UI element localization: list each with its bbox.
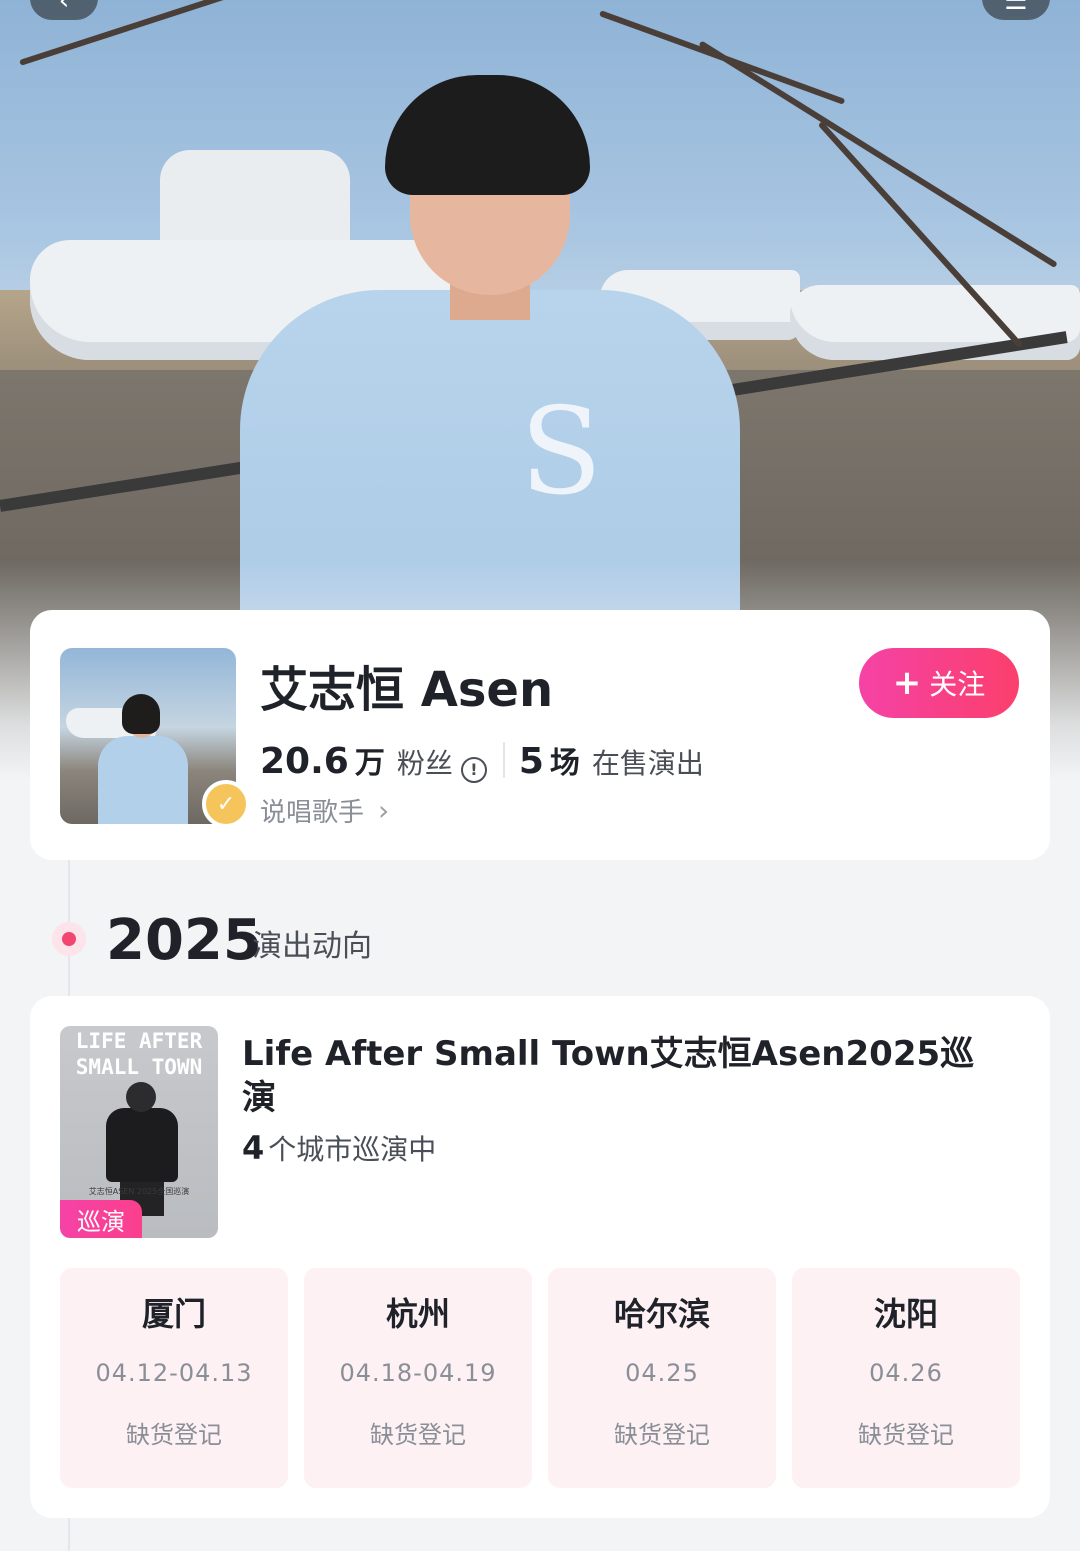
timeline-dot xyxy=(52,922,86,956)
city-status: 缺货登记 xyxy=(858,1421,954,1449)
shows-unit: 场 xyxy=(549,746,580,781)
city-card-xiamen[interactable]: 厦门 04.12-04.13 缺货登记 xyxy=(60,1268,288,1488)
artist-info-card: ✓ 艾志恒 Asen + 关注 20.6 万 粉丝 ! 5 场 在售演出 说唱歌… xyxy=(30,610,1050,860)
city-card-hangzhou[interactable]: 杭州 04.18-04.19 缺货登记 xyxy=(304,1268,532,1488)
stats-divider xyxy=(502,742,505,778)
tour-title[interactable]: Life After Small Town艾志恒Asen2025巡演 xyxy=(242,1032,982,1120)
info-icon[interactable]: ! xyxy=(460,756,487,783)
city-card-harbin[interactable]: 哈尔滨 04.25 缺货登记 xyxy=(548,1268,776,1488)
city-date: 04.12-04.13 xyxy=(95,1359,253,1387)
artist-genre-link[interactable]: 说唱歌手 › xyxy=(260,792,389,829)
artist-stats: 20.6 万 粉丝 ! 5 场 在售演出 xyxy=(260,738,704,783)
city-date: 04.26 xyxy=(869,1359,943,1387)
poster-title: LIFE AFTER SMALL TOWN xyxy=(75,1029,203,1079)
artist-genre: 说唱歌手 xyxy=(260,798,365,828)
shows-label: 在售演出 xyxy=(591,747,704,780)
followers-count: 20.6 xyxy=(260,741,349,782)
timeline-subtitle: 演出动向 xyxy=(252,929,372,964)
follow-button[interactable]: + 关注 xyxy=(859,648,1019,718)
city-status: 缺货登记 xyxy=(370,1421,466,1449)
timeline-year: 2025 xyxy=(106,908,262,973)
followers-label: 粉丝 xyxy=(396,747,453,780)
follow-label: 关注 xyxy=(929,668,986,701)
shows-count: 5 xyxy=(518,741,544,782)
city-name: 杭州 xyxy=(385,1295,450,1333)
plus-icon: + xyxy=(892,663,922,703)
tour-tag-badge: 巡演 xyxy=(60,1200,142,1238)
menu-icon: ☰ xyxy=(1004,0,1028,16)
city-status: 缺货登记 xyxy=(614,1421,710,1449)
followers-unit: 万 xyxy=(354,746,385,781)
back-icon: ‹ xyxy=(58,0,70,16)
city-status: 缺货登记 xyxy=(126,1421,222,1449)
city-card-shenyang[interactable]: 沈阳 04.26 缺货登记 xyxy=(792,1268,1020,1488)
city-date: 04.25 xyxy=(625,1359,699,1387)
tour-poster[interactable]: LIFE AFTER SMALL TOWN 艾志恒ASEN 2025全国巡演 巡… xyxy=(60,1026,218,1238)
poster-caption: 艾志恒ASEN 2025全国巡演 xyxy=(88,1187,190,1196)
chevron-right-icon: › xyxy=(378,794,390,827)
tour-card[interactable]: LIFE AFTER SMALL TOWN 艾志恒ASEN 2025全国巡演 巡… xyxy=(30,996,1050,1518)
tour-city-list: 厦门 04.12-04.13 缺货登记 杭州 04.18-04.19 缺货登记 … xyxy=(60,1268,1020,1488)
city-name: 哈尔滨 xyxy=(613,1295,710,1333)
artist-name: 艾志恒 Asen xyxy=(260,662,554,718)
verified-badge-icon: ✓ xyxy=(202,780,250,828)
city-name: 厦门 xyxy=(141,1295,206,1333)
city-date: 04.18-04.19 xyxy=(339,1359,497,1387)
city-name: 沈阳 xyxy=(873,1295,938,1333)
tour-city-count: 4 个城市巡演中 xyxy=(242,1129,437,1167)
